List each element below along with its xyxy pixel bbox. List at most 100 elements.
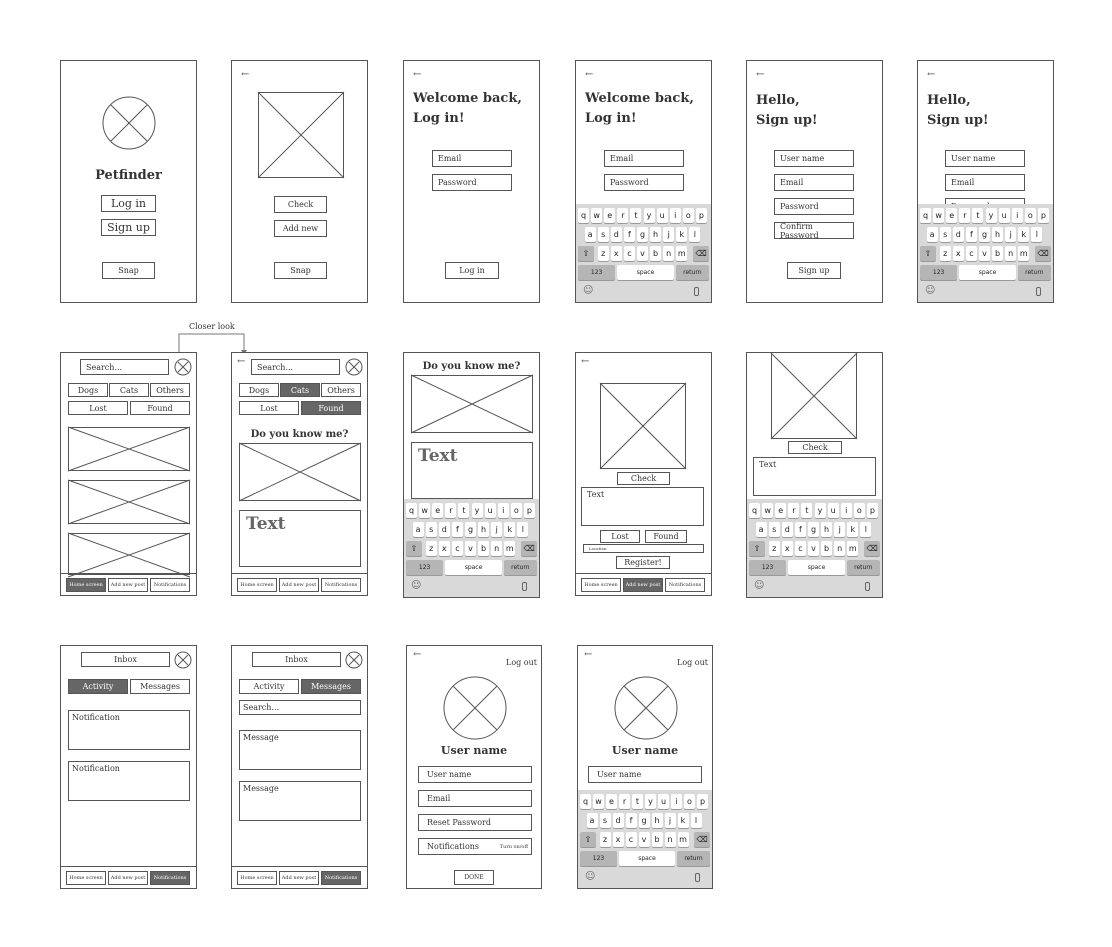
tab-activity[interactable]: Activity xyxy=(239,679,299,694)
description-textarea[interactable]: Text xyxy=(753,457,876,496)
key-f[interactable]: f xyxy=(451,522,463,537)
key-d[interactable]: d xyxy=(952,227,964,242)
back-icon[interactable]: ← xyxy=(584,649,592,660)
key-n[interactable]: n xyxy=(664,832,676,847)
search-input[interactable]: Search... xyxy=(251,359,340,375)
tab-messages[interactable]: Messages xyxy=(130,679,190,694)
delete-key[interactable]: ⌫ xyxy=(694,832,710,847)
key-p[interactable]: p xyxy=(523,503,535,518)
key-s[interactable]: s xyxy=(599,813,611,828)
lost-button[interactable]: Lost xyxy=(600,530,640,543)
numbers-key[interactable]: 123 xyxy=(580,851,617,866)
nav-notifications[interactable]: Notifications xyxy=(665,578,705,592)
description-textarea[interactable]: Text xyxy=(581,487,704,526)
close-icon[interactable] xyxy=(345,651,363,669)
check-button[interactable]: Check xyxy=(617,472,670,485)
numbers-key[interactable]: 123 xyxy=(920,265,958,280)
key-m[interactable]: m xyxy=(504,541,516,556)
key-v[interactable]: v xyxy=(978,246,991,261)
key-q[interactable]: q xyxy=(580,794,591,809)
space-key[interactable]: space xyxy=(619,851,675,866)
key-i[interactable]: i xyxy=(669,208,681,223)
key-p[interactable]: p xyxy=(1037,208,1049,223)
shift-key[interactable]: ⇧ xyxy=(580,832,596,847)
emoji-icon[interactable]: ☺ xyxy=(583,285,593,296)
nav-add-new-post[interactable]: Add new post xyxy=(623,578,663,592)
key-t[interactable]: t xyxy=(458,503,470,518)
key-a[interactable]: a xyxy=(926,227,938,242)
emoji-icon[interactable]: ☺ xyxy=(411,580,421,591)
key-n[interactable]: n xyxy=(663,246,675,261)
shift-key[interactable]: ⇧ xyxy=(749,541,765,556)
key-q[interactable]: q xyxy=(406,503,418,518)
close-icon[interactable] xyxy=(345,358,363,376)
key-r[interactable]: r xyxy=(445,503,457,518)
key-v[interactable]: v xyxy=(464,541,477,556)
space-key[interactable]: space xyxy=(788,560,845,575)
key-c[interactable]: c xyxy=(794,541,806,556)
key-r[interactable]: r xyxy=(617,208,629,223)
login-button[interactable]: Log in xyxy=(445,262,499,279)
key-t[interactable]: t xyxy=(972,208,984,223)
filter-dogs[interactable]: Dogs xyxy=(239,383,279,397)
nav-notifications[interactable]: Notifications xyxy=(321,871,361,885)
key-u[interactable]: u xyxy=(827,503,839,518)
key-w[interactable]: w xyxy=(593,794,604,809)
back-icon[interactable]: ← xyxy=(413,69,421,80)
notifications-toggle[interactable]: Turn on/off xyxy=(500,844,528,850)
nav-home-screen[interactable]: Home screen xyxy=(66,871,106,885)
key-p[interactable]: p xyxy=(695,208,707,223)
key-l[interactable]: l xyxy=(860,522,872,537)
notification-card[interactable]: Notification xyxy=(68,710,190,750)
key-u[interactable]: u xyxy=(656,208,668,223)
key-m[interactable]: m xyxy=(847,541,859,556)
confirm-password-field[interactable]: Confirm Password xyxy=(774,222,854,240)
key-n[interactable]: n xyxy=(834,541,846,556)
key-u[interactable]: u xyxy=(998,208,1010,223)
signup-button[interactable]: Sign up xyxy=(101,219,156,236)
key-d[interactable]: d xyxy=(438,522,450,537)
key-j[interactable]: j xyxy=(834,522,846,537)
key-a[interactable]: a xyxy=(412,522,424,537)
key-j[interactable]: j xyxy=(663,227,675,242)
key-w[interactable]: w xyxy=(591,208,603,223)
key-s[interactable]: s xyxy=(939,227,951,242)
key-b[interactable]: b xyxy=(651,832,663,847)
key-r[interactable]: r xyxy=(959,208,971,223)
key-s[interactable]: s xyxy=(425,522,437,537)
key-l[interactable]: l xyxy=(1031,227,1043,242)
key-r[interactable]: r xyxy=(619,794,630,809)
delete-key[interactable]: ⌫ xyxy=(693,246,709,261)
shift-key[interactable]: ⇧ xyxy=(406,541,422,556)
key-g[interactable]: g xyxy=(464,522,477,537)
return-key[interactable]: return xyxy=(677,851,710,866)
username-field[interactable]: User name xyxy=(774,150,854,167)
delete-key[interactable]: ⌫ xyxy=(521,541,537,556)
return-key[interactable]: return xyxy=(503,560,537,575)
filter-cats[interactable]: Cats xyxy=(280,383,320,397)
nav-home-screen[interactable]: Home screen xyxy=(66,578,106,592)
key-z[interactable]: z xyxy=(939,246,951,261)
key-n[interactable]: n xyxy=(1005,246,1017,261)
nav-notifications[interactable]: Notifications xyxy=(150,871,190,885)
key-y[interactable]: y xyxy=(643,208,655,223)
key-h[interactable]: h xyxy=(478,522,490,537)
key-o[interactable]: o xyxy=(510,503,522,518)
key-g[interactable]: g xyxy=(638,813,650,828)
back-icon[interactable]: ← xyxy=(927,69,935,80)
shift-key[interactable]: ⇧ xyxy=(920,246,936,261)
back-icon[interactable]: ← xyxy=(756,69,764,80)
snap-button[interactable]: Snap xyxy=(274,262,327,279)
key-c[interactable]: c xyxy=(623,246,635,261)
key-y[interactable]: y xyxy=(985,208,997,223)
key-o[interactable]: o xyxy=(682,208,694,223)
key-b[interactable]: b xyxy=(650,246,662,261)
key-e[interactable]: e xyxy=(946,208,958,223)
key-u[interactable]: u xyxy=(484,503,496,518)
microphone-icon[interactable] xyxy=(522,582,527,591)
key-a[interactable]: a xyxy=(586,813,598,828)
key-o[interactable]: o xyxy=(684,794,695,809)
nav-add-new-post[interactable]: Add new post xyxy=(108,871,148,885)
key-j[interactable]: j xyxy=(1005,227,1017,242)
password-field[interactable]: Password xyxy=(432,174,512,191)
